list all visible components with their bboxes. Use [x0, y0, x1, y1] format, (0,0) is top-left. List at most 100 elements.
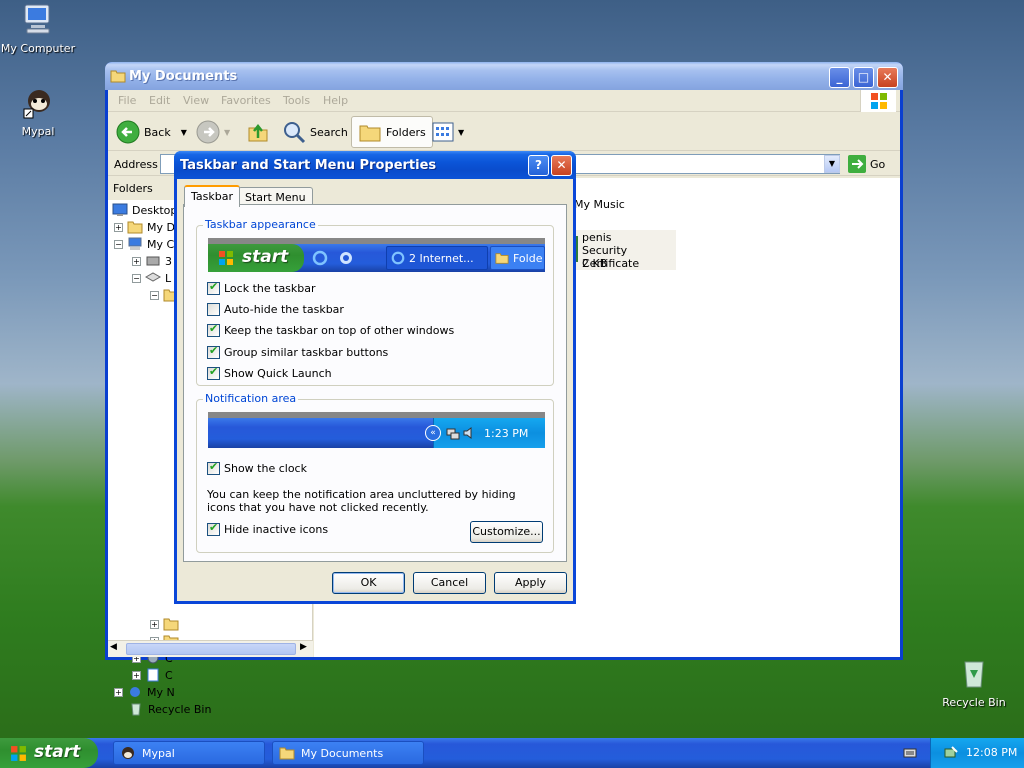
forward-button[interactable]: ▼ — [196, 119, 230, 145]
mypal-icon — [122, 747, 134, 759]
scroll-left-icon[interactable]: ◀ — [110, 642, 117, 652]
desktop-icon-label: My Computer — [0, 42, 76, 55]
lock-taskbar-checkbox[interactable]: Lock the taskbar — [207, 280, 316, 295]
scroll-thumb[interactable] — [126, 643, 296, 655]
checkbox-box[interactable] — [207, 521, 220, 536]
quick-launch-checkbox[interactable]: Show Quick Launch — [207, 365, 332, 380]
taskbar-button-mypal[interactable]: Mypal — [113, 741, 265, 765]
tree-item-floppy[interactable]: + 3 — [132, 253, 172, 269]
collapse-icon[interactable]: − — [150, 290, 159, 300]
address-dropdown-button[interactable]: ▼ — [824, 155, 840, 173]
tree-item-my-computer[interactable]: − My C — [114, 236, 174, 252]
desktop-icon — [112, 203, 128, 216]
group-legend: Notification area — [203, 392, 299, 405]
menu-edit[interactable]: Edit — [149, 94, 170, 107]
scroll-right-icon[interactable]: ▶ — [300, 642, 307, 652]
cancel-button[interactable]: Cancel — [413, 572, 486, 594]
back-button[interactable]: Back ▼ — [116, 119, 187, 145]
safely-remove-hardware-icon[interactable] — [943, 745, 959, 761]
up-button[interactable] — [246, 119, 270, 145]
system-tray: 12:08 PM — [930, 738, 1024, 768]
tab-taskbar[interactable]: Taskbar — [184, 185, 240, 207]
chevron-down-icon: ▼ — [828, 159, 836, 168]
close-button[interactable]: ✕ — [551, 155, 572, 176]
tree-item-local-disk[interactable]: − L — [132, 270, 171, 286]
shared-documents-icon — [147, 668, 159, 682]
ok-button[interactable]: OK — [332, 572, 405, 594]
explorer-titlebar[interactable]: My Documents _ □ ✕ — [105, 62, 903, 90]
checkbox-box[interactable] — [207, 280, 220, 295]
computer-icon — [128, 237, 142, 250]
hide-inactive-checkbox[interactable]: Hide inactive icons — [207, 521, 328, 536]
on-top-checkbox[interactable]: Keep the taskbar on top of other windows — [207, 322, 454, 337]
views-button[interactable]: ▼ — [432, 119, 464, 145]
maximize-button[interactable]: □ — [853, 67, 874, 88]
menu-help[interactable]: Help — [323, 94, 348, 107]
notification-area-group: Notification area « 1:23 PM Show the clo… — [196, 392, 554, 553]
dialog-titlebar[interactable]: Taskbar and Start Menu Properties ? ✕ — [174, 151, 576, 179]
customize-button[interactable]: Customize... — [470, 521, 543, 543]
horizontal-scrollbar[interactable]: ◀ ▶ — [108, 640, 313, 657]
tree-item-my-documents[interactable]: + My D — [114, 219, 175, 235]
tab-panel-taskbar: Taskbar appearance start 2 Internet... F… — [183, 204, 567, 562]
expand-icon[interactable]: + — [132, 256, 141, 266]
help-button[interactable]: ? — [528, 155, 549, 176]
preview-start-button: start — [208, 244, 304, 272]
folders-button[interactable]: Folders — [351, 116, 433, 148]
file-item-my-music[interactable]: My Music — [574, 198, 625, 211]
apply-button[interactable]: Apply — [494, 572, 567, 594]
file-item-certificate[interactable]: penis Security Certificate 2 KB — [572, 230, 676, 270]
minimize-button[interactable]: _ — [829, 67, 850, 88]
folder-icon — [495, 253, 509, 264]
collapse-icon[interactable]: − — [132, 273, 141, 283]
go-button[interactable]: Go — [848, 155, 885, 173]
desktop-icon-mypal[interactable]: Mypal — [0, 85, 78, 138]
expand-icon[interactable]: + — [114, 687, 123, 697]
menu-file[interactable]: File — [118, 94, 136, 107]
collapse-icon[interactable]: − — [114, 239, 123, 249]
expand-icon[interactable]: + — [150, 619, 159, 629]
auto-hide-checkbox[interactable]: Auto-hide the taskbar — [207, 303, 344, 316]
tree-item-my-network[interactable]: + My N — [114, 684, 175, 700]
views-icon — [432, 122, 454, 142]
expand-icon[interactable]: + — [114, 222, 123, 232]
keyboard-icon[interactable] — [903, 746, 917, 760]
show-clock-checkbox[interactable]: Show the clock — [207, 460, 307, 475]
views-dropdown-icon[interactable]: ▼ — [458, 128, 464, 137]
dialog-body: Taskbar Start Menu Taskbar appearance st… — [177, 179, 573, 601]
taskbar-button-my-documents[interactable]: My Documents — [272, 741, 424, 765]
expand-icon[interactable]: + — [132, 670, 141, 680]
tree-item-desktop[interactable]: Desktop — [112, 202, 177, 218]
checkbox-box[interactable] — [207, 365, 220, 380]
preview-clock: 1:23 PM — [484, 427, 529, 440]
volume-tray-icon — [463, 427, 472, 439]
desktop-icon-recycle-bin[interactable]: Recycle Bin — [934, 656, 1014, 709]
tree-item-recycle-bin[interactable]: Recycle Bin — [128, 701, 211, 717]
checkbox-box[interactable] — [207, 322, 220, 337]
start-button[interactable]: start — [0, 738, 98, 768]
folder-icon — [163, 618, 179, 631]
taskbar: start Mypal My Documents 12:08 PM — [0, 738, 1024, 768]
menu-view[interactable]: View — [183, 94, 209, 107]
menu-tools[interactable]: Tools — [283, 94, 310, 107]
close-button[interactable]: ✕ — [877, 67, 898, 88]
notification-preview: « 1:23 PM — [208, 412, 545, 448]
checkbox-box[interactable] — [207, 344, 220, 359]
tree-item-folder[interactable]: + — [150, 616, 179, 632]
back-dropdown-icon[interactable]: ▼ — [181, 128, 187, 137]
ie-icon — [391, 251, 405, 265]
window-title: My Documents — [129, 69, 238, 84]
tree-item-shared[interactable]: + C — [132, 667, 173, 683]
mypal-icon — [23, 90, 50, 119]
checkbox-box[interactable] — [207, 303, 220, 316]
group-buttons-checkbox[interactable]: Group similar taskbar buttons — [207, 344, 388, 359]
forward-dropdown-icon[interactable]: ▼ — [224, 128, 230, 137]
checkbox-box[interactable] — [207, 460, 220, 475]
desktop-icon-my-computer[interactable]: My Computer — [0, 2, 78, 55]
clock[interactable]: 12:08 PM — [966, 746, 1017, 759]
menu-favorites[interactable]: Favorites — [221, 94, 271, 107]
file-size: 2 KB — [582, 257, 608, 270]
network-icon — [130, 687, 140, 697]
windows-flag-icon — [871, 93, 887, 109]
search-button[interactable]: Search — [282, 119, 348, 145]
